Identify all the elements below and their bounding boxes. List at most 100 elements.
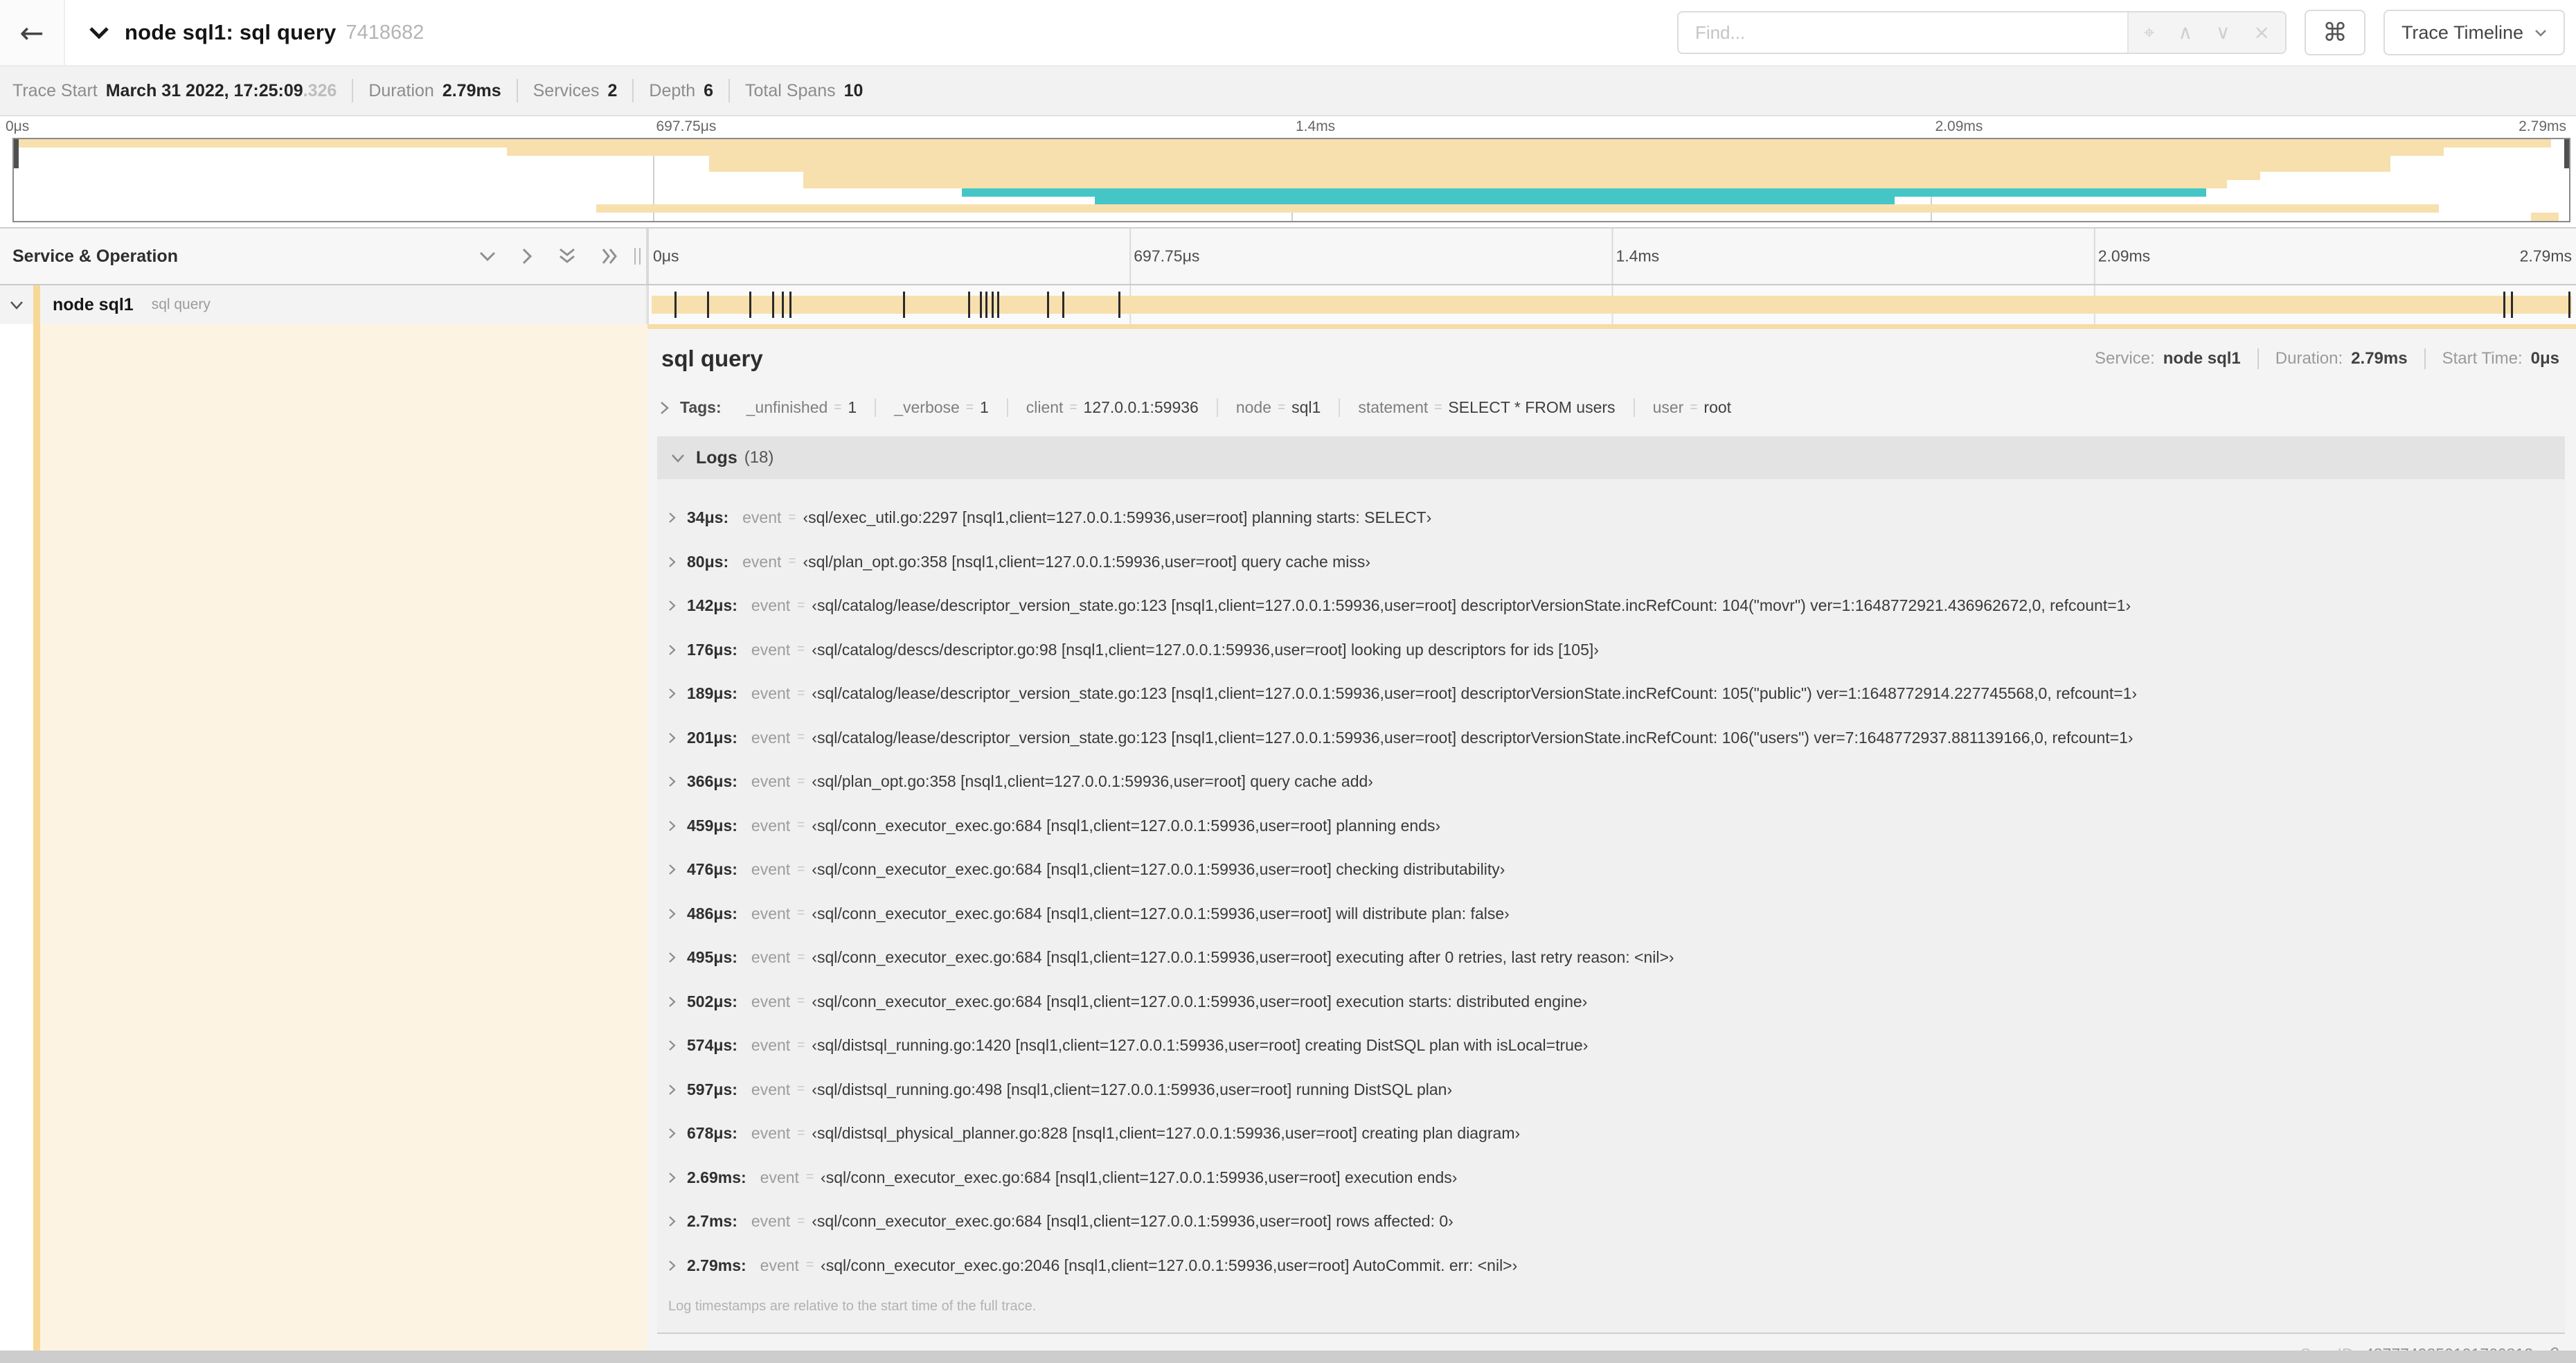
span-row-node-sql1[interactable]: node sql1 sql query <box>0 285 2576 324</box>
span-row-name-cell[interactable]: node sql1 sql query <box>0 285 647 324</box>
chevron-right-icon[interactable] <box>668 1215 676 1227</box>
log-field-key: event <box>760 1168 799 1186</box>
clear-search-icon[interactable]: × <box>2253 23 2269 42</box>
expand-all-icon[interactable] <box>602 248 618 265</box>
log-field-key: event <box>751 1080 791 1098</box>
timeline-column-header: Service & Operation 0μs 697.75μs 1.4ms 2.09… <box>0 227 2576 285</box>
log-entry[interactable]: 597μs: event = ‹sql/distsql_running.go:4… <box>657 1068 2565 1112</box>
minimap-span-bar <box>1094 196 1895 205</box>
log-entry[interactable]: 2.79ms: event = ‹sql/conn_executor_exec.… <box>657 1244 2565 1288</box>
logs-title: Logs <box>696 447 737 467</box>
log-entry[interactable]: 366μs: event = ‹sql/plan_opt.go:358 [nsq… <box>657 760 2565 804</box>
minimap-tick-labels: 0μs 697.75μs 1.4ms 2.09ms 2.79ms <box>6 116 2570 137</box>
equals-sign: = <box>1434 400 1442 415</box>
equals-sign: = <box>797 862 805 877</box>
chevron-right-icon[interactable] <box>668 996 676 1008</box>
next-result-icon[interactable]: ∨ <box>2216 23 2230 42</box>
expand-one-icon[interactable] <box>522 248 533 265</box>
chevron-right-icon[interactable] <box>668 512 676 524</box>
log-timestamp: 2.69ms: <box>687 1168 746 1186</box>
span-detail-header: sql query Service: node sql1 Duration: 2.7… <box>647 329 2576 383</box>
log-marker-tick <box>985 292 988 318</box>
collapse-trace-chevron-icon[interactable] <box>89 26 109 39</box>
logs-header[interactable]: Logs (18) <box>657 436 2565 479</box>
log-entry[interactable]: 459μs: event = ‹sql/conn_executor_exec.g… <box>657 804 2565 848</box>
equals-sign: = <box>797 994 805 1009</box>
chevron-right-icon[interactable] <box>660 401 669 415</box>
chevron-right-icon[interactable] <box>668 688 676 700</box>
log-entry[interactable]: 476μs: event = ‹sql/conn_executor_exec.g… <box>657 848 2565 892</box>
minimap-canvas[interactable] <box>12 138 2570 222</box>
trace-view-selector[interactable]: Trace Timeline <box>2383 10 2565 55</box>
trace-view-label: Trace Timeline <box>2401 21 2523 43</box>
span-operation-title: sql query <box>661 346 763 371</box>
logs-footer-note: Log timestamps are relative to the start… <box>657 1288 2565 1333</box>
divider <box>728 79 731 103</box>
log-field-key: event <box>751 772 791 791</box>
summary-item: Trace Start March 31 2022, 17:25:09 .326 <box>12 81 337 101</box>
log-timestamp: 486μs: <box>687 904 737 923</box>
log-timestamp: 2.79ms: <box>687 1256 746 1274</box>
log-entry[interactable]: 80μs: event = ‹sql/plan_opt.go:358 [nsql… <box>657 540 2565 585</box>
span-detail-area: sql query Service: node sql1 Duration: 2.7… <box>0 324 2576 1351</box>
log-field-value: ‹sql/conn_executor_exec.go:684 [nsql1,cl… <box>812 860 1505 879</box>
log-field-key: event <box>751 948 791 967</box>
log-marker-tick <box>996 292 999 318</box>
span-row-timeline-cell[interactable] <box>647 285 2576 324</box>
range-handle-right[interactable] <box>2564 139 2569 168</box>
log-marker-tick <box>2568 292 2570 318</box>
log-timestamp: 597μs: <box>687 1080 737 1098</box>
deep-link-icon[interactable] <box>2541 1346 2559 1351</box>
row-service-name: node sql1 <box>53 294 134 314</box>
chevron-right-icon[interactable] <box>668 644 676 656</box>
log-entry[interactable]: 201μs: event = ‹sql/catalog/lease/descri… <box>657 716 2565 760</box>
service-operation-header: Service & Operation <box>0 229 647 284</box>
log-entry[interactable]: 495μs: event = ‹sql/conn_executor_exec.g… <box>657 936 2565 980</box>
log-entry[interactable]: 2.69ms: event = ‹sql/conn_executor_exec.… <box>657 1156 2565 1200</box>
back-button[interactable]: ← <box>0 0 65 65</box>
log-entry[interactable]: 2.7ms: event = ‹sql/conn_executor_exec.g… <box>657 1200 2565 1244</box>
prev-result-icon[interactable]: ∧ <box>2178 23 2192 42</box>
log-entry[interactable]: 678μs: event = ‹sql/distsql_physical_pla… <box>657 1112 2565 1156</box>
chevron-right-icon[interactable] <box>668 1040 676 1051</box>
tags-row[interactable]: Tags: _unfinished = 1 _verbose = 1 clien… <box>647 383 2576 434</box>
row-collapse-chevron-icon[interactable] <box>10 301 24 310</box>
summary-value: 2 <box>607 80 618 100</box>
log-field-value: ‹sql/conn_executor_exec.go:684 [nsql1,cl… <box>812 816 1441 835</box>
summary-value: March 31 2022, 17:25:09 <box>105 80 303 100</box>
chevron-right-icon[interactable] <box>668 1172 676 1184</box>
collapse-one-icon[interactable] <box>479 251 496 262</box>
chevron-right-icon[interactable] <box>668 908 676 920</box>
span-duration-bar[interactable] <box>651 292 2573 318</box>
chevron-right-icon[interactable] <box>668 864 676 875</box>
log-entry[interactable]: 34μs: event = ‹sql/exec_util.go:2297 [ns… <box>657 496 2565 540</box>
chevron-right-icon[interactable] <box>668 732 676 744</box>
meta-value: 0μs <box>2530 349 2559 368</box>
log-entry[interactable]: 176μs: event = ‹sql/catalog/descs/descri… <box>657 628 2565 672</box>
locate-icon[interactable]: ⌖ <box>2144 23 2155 42</box>
log-entry[interactable]: 574μs: event = ‹sql/distsql_running.go:1… <box>657 1024 2565 1068</box>
chevron-right-icon[interactable] <box>668 952 676 963</box>
log-timestamp: 201μs: <box>687 728 737 747</box>
find-input[interactable] <box>1678 12 2127 53</box>
log-timestamp: 176μs: <box>687 640 737 659</box>
chevron-right-icon[interactable] <box>668 600 676 612</box>
chevron-right-icon[interactable] <box>668 1260 676 1272</box>
horizontal-scrollbar[interactable] <box>0 1351 2576 1363</box>
chevron-right-icon[interactable] <box>668 1128 676 1139</box>
collapse-all-icon[interactable] <box>559 248 575 265</box>
logs-count: (18) <box>744 448 774 467</box>
log-entry[interactable]: 502μs: event = ‹sql/conn_executor_exec.g… <box>657 980 2565 1024</box>
chevron-right-icon[interactable] <box>668 776 676 787</box>
chevron-right-icon[interactable] <box>668 556 676 568</box>
chevron-right-icon[interactable] <box>668 1084 676 1096</box>
meta-value: 2.79ms <box>2351 349 2408 368</box>
range-handle-left[interactable] <box>14 139 19 168</box>
log-entry[interactable]: 142μs: event = ‹sql/catalog/lease/descri… <box>657 584 2565 628</box>
chevron-right-icon[interactable] <box>668 820 676 832</box>
log-entry[interactable]: 486μs: event = ‹sql/conn_executor_exec.g… <box>657 892 2565 936</box>
column-resize-grip[interactable] <box>634 248 641 265</box>
log-entry[interactable]: 189μs: event = ‹sql/catalog/lease/descri… <box>657 672 2565 716</box>
keyboard-shortcuts-button[interactable]: ⌘ <box>2304 10 2365 55</box>
divider <box>516 79 518 103</box>
